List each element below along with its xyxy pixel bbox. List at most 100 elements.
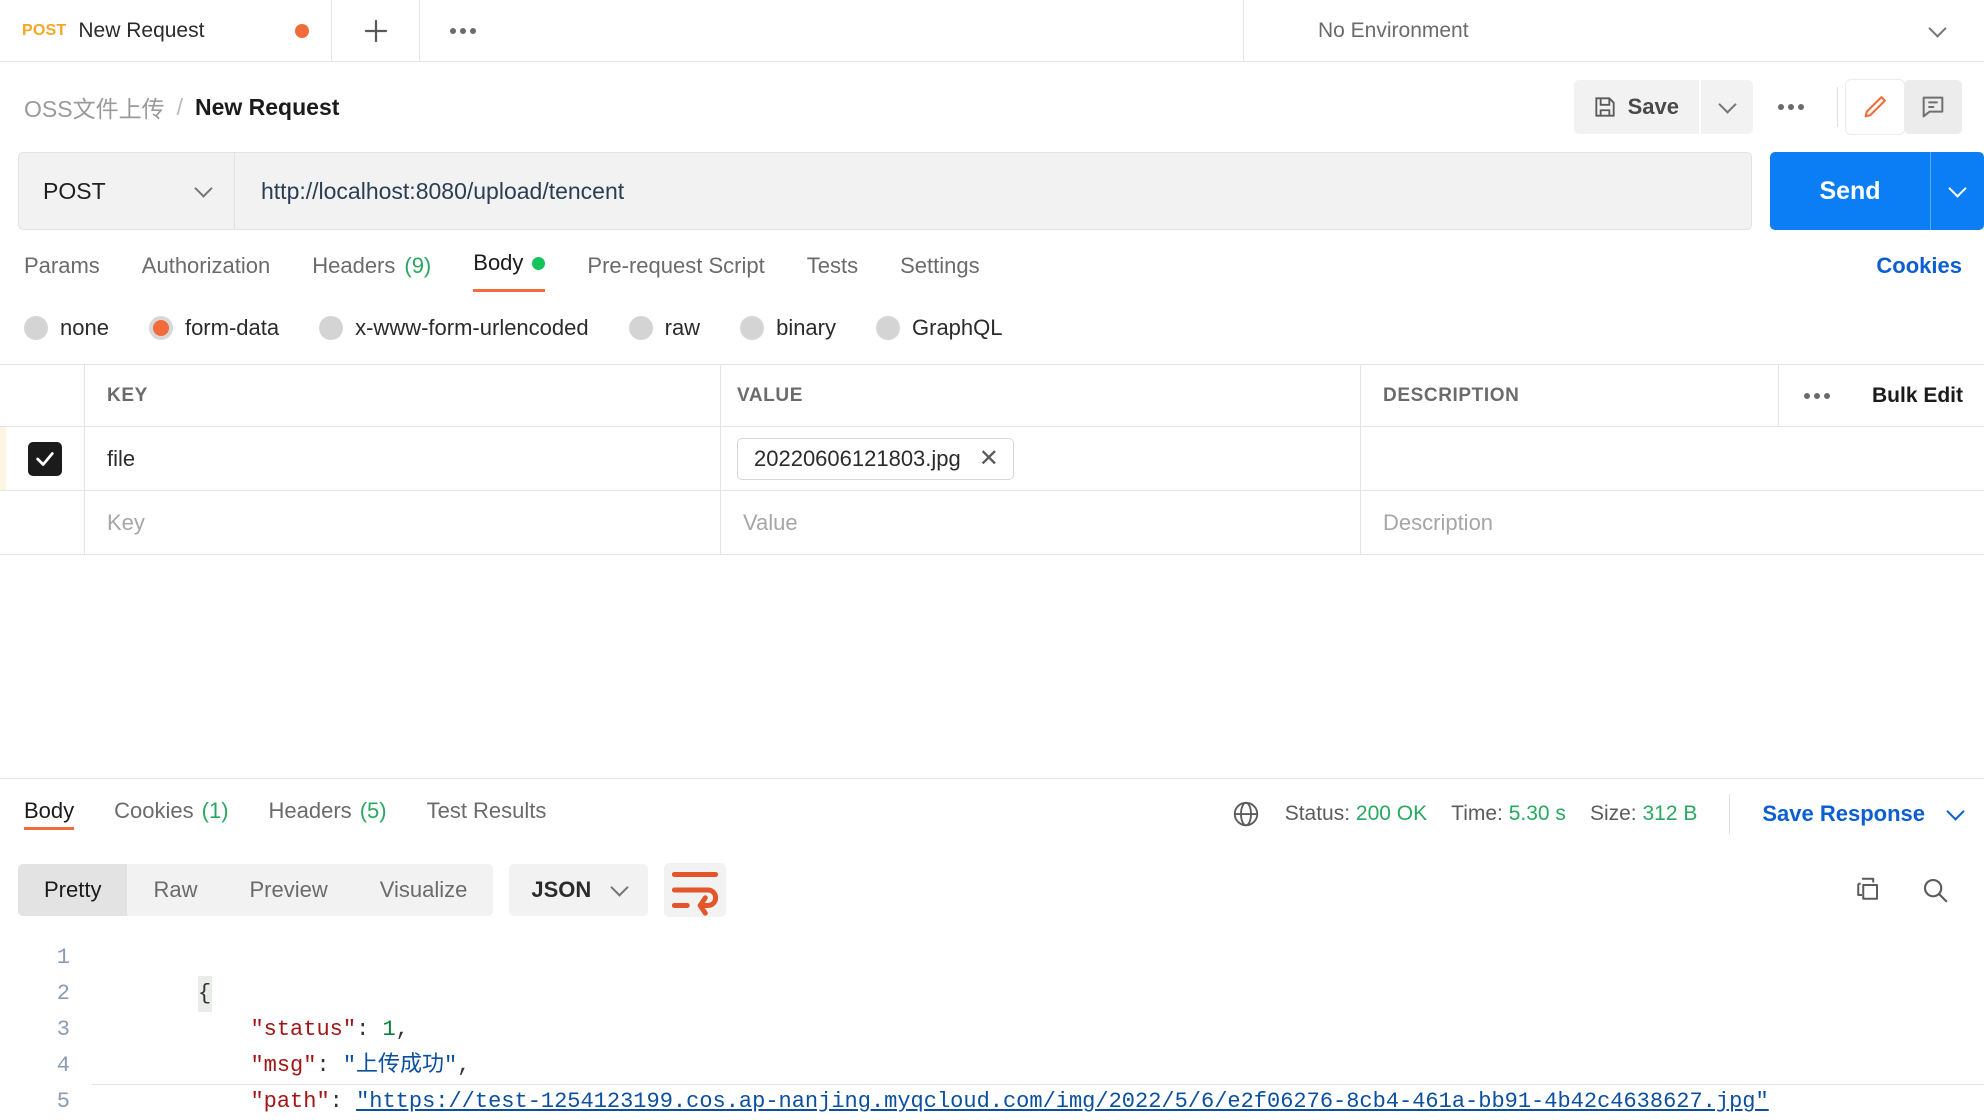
json-open-brace[interactable]: {	[197, 976, 212, 1012]
placeholder-description-text: Description	[1383, 509, 1494, 535]
placeholder-value-cell[interactable]: Value	[721, 491, 1361, 554]
remove-file-icon[interactable]: ✕	[979, 446, 999, 471]
response-tab-test-results[interactable]: Test Results	[427, 798, 547, 830]
wrap-lines-button[interactable]	[664, 863, 727, 917]
file-name: 20220606121803.jpg	[754, 445, 961, 471]
column-header-key: KEY	[107, 384, 148, 406]
checkbox-checked-icon[interactable]	[28, 441, 62, 476]
json-value-path-link[interactable]: "https://test-1254123199.cos.ap-nanjing.…	[356, 1089, 1769, 1114]
body-type-x-www-form-urlencoded[interactable]: x-www-form-urlencoded	[319, 315, 589, 341]
save-options-button[interactable]	[1701, 80, 1753, 134]
table-options-button[interactable]	[1778, 365, 1854, 426]
request-more-button[interactable]	[1753, 80, 1829, 134]
line-number: 1	[56, 945, 70, 970]
body-type-form-data[interactable]: form-data	[148, 315, 279, 341]
radio-icon	[628, 316, 653, 340]
tab-label: Tests	[806, 253, 859, 278]
send-button[interactable]: Send	[1770, 152, 1930, 230]
chevron-down-icon[interactable]	[1946, 801, 1965, 821]
radio-label: x-www-form-urlencoded	[355, 315, 589, 340]
radio-icon	[24, 316, 48, 340]
cookies-link[interactable]: Cookies	[1876, 253, 1984, 292]
row-key-value: file	[107, 445, 136, 471]
json-key-status: "status"	[250, 1017, 357, 1042]
body-type-none[interactable]: none	[24, 315, 109, 341]
radio-icon	[876, 316, 900, 340]
view-raw-button[interactable]: Raw	[127, 864, 223, 916]
tab-label: Cookies	[114, 797, 194, 823]
response-body-viewer[interactable]: 1 2 3 4 5 { "status": 1, "msg": "上传成功", …	[0, 932, 1984, 1120]
row-description-cell[interactable]	[1361, 427, 1984, 490]
response-tab-body[interactable]: Body	[24, 797, 75, 830]
view-pretty-button[interactable]: Pretty	[18, 864, 128, 916]
save-button[interactable]: Save	[1573, 80, 1699, 134]
response-tab-cookies[interactable]: Cookies (1)	[114, 798, 228, 830]
tab-count: (5)	[359, 797, 387, 823]
line-number: 2	[56, 981, 70, 1006]
body-type-binary[interactable]: binary	[740, 315, 836, 341]
tab-label: Headers	[312, 253, 396, 278]
breadcrumb-separator: /	[176, 93, 183, 120]
send-options-button[interactable]	[1930, 152, 1984, 230]
placeholder-description-cell[interactable]: Description	[1361, 491, 1984, 554]
floppy-disk-icon	[1595, 97, 1615, 117]
placeholder-checkbox-cell[interactable]	[0, 491, 85, 554]
chevron-down-icon	[1928, 18, 1947, 38]
globe-icon[interactable]	[1231, 799, 1261, 829]
url-input[interactable]: http://localhost:8080/upload/tencent	[234, 152, 1752, 230]
row-value-cell[interactable]: 20220606121803.jpg ✕	[721, 427, 1361, 490]
response-tab-headers[interactable]: Headers (5)	[269, 798, 387, 830]
view-visualize-button[interactable]: Visualize	[354, 864, 494, 916]
tab-headers[interactable]: Headers (9)	[312, 253, 431, 292]
edit-request-button[interactable]	[1846, 80, 1904, 134]
save-response-button[interactable]: Save Response	[1762, 801, 1925, 827]
environment-selector[interactable]: No Environment	[1244, 0, 1984, 61]
json-colon: :	[316, 1053, 343, 1078]
new-tab-button[interactable]	[332, 0, 420, 61]
breadcrumb-parent[interactable]: OSS文件上传	[24, 90, 165, 124]
divider	[1729, 793, 1731, 834]
json-code[interactable]: { "status": 1, "msg": "上传成功", "path": "h…	[92, 940, 1984, 1120]
search-button[interactable]	[1920, 875, 1950, 905]
tab-label: Pre-request Script	[587, 253, 765, 278]
tab-body[interactable]: Body	[473, 250, 546, 292]
json-colon: :	[329, 1089, 357, 1114]
tab-more-button[interactable]	[420, 0, 506, 61]
table-row-placeholder: Key Value Description	[0, 491, 1984, 555]
bulk-edit-button[interactable]: Bulk Edit	[1854, 365, 1984, 426]
request-response-splitter[interactable]	[0, 555, 1984, 778]
environment-label: No Environment	[1318, 18, 1469, 42]
tab-pre-request-script[interactable]: Pre-request Script	[587, 253, 764, 292]
time-label: Time:	[1451, 801, 1503, 825]
request-tab-new-request[interactable]: POST New Request	[0, 0, 332, 61]
tab-settings[interactable]: Settings	[900, 253, 980, 292]
http-method-select[interactable]: POST	[18, 152, 234, 230]
tab-authorization[interactable]: Authorization	[142, 253, 270, 292]
row-key-cell[interactable]: file	[85, 427, 721, 490]
placeholder-key-cell[interactable]: Key	[85, 491, 721, 554]
column-header-value: VALUE	[737, 384, 803, 406]
tab-label: Body	[24, 797, 75, 823]
tab-label: Headers	[268, 797, 352, 823]
language-select[interactable]: JSON	[509, 864, 649, 916]
size-label: Size:	[1589, 801, 1637, 825]
file-chip[interactable]: 20220606121803.jpg ✕	[737, 437, 1014, 480]
tab-count: (9)	[404, 253, 432, 278]
language-value: JSON	[531, 877, 592, 902]
row-checkbox-cell[interactable]	[6, 427, 85, 490]
tab-params[interactable]: Params	[24, 253, 100, 292]
radio-label: raw	[664, 315, 701, 340]
copy-button[interactable]	[1852, 875, 1882, 905]
view-preview-button[interactable]: Preview	[223, 864, 353, 916]
size-badge: Size: 312 B	[1590, 802, 1697, 826]
line-number: 5	[56, 1089, 70, 1114]
radio-icon	[740, 316, 765, 340]
breadcrumb-current: New Request	[194, 93, 340, 120]
body-type-graphql[interactable]: GraphQL	[876, 315, 1003, 341]
comments-button[interactable]	[1904, 80, 1962, 134]
send-group: Send	[1770, 152, 1984, 230]
line-number: 3	[56, 1017, 70, 1042]
body-type-raw[interactable]: raw	[628, 315, 701, 341]
breadcrumb-bar: OSS文件上传 / New Request Save	[0, 62, 1984, 152]
tab-tests[interactable]: Tests	[807, 253, 858, 292]
